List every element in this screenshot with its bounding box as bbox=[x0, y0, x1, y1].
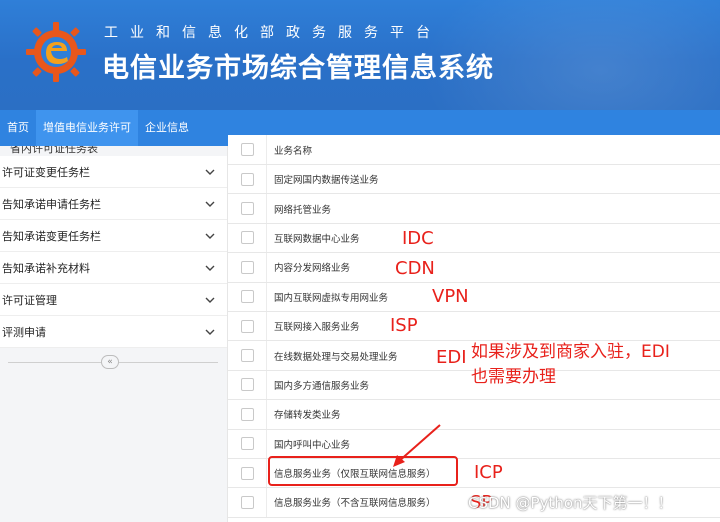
table-cell: 国内呼叫中心业务 bbox=[274, 439, 351, 451]
sidebar-item-label: 告知承诺变更任务栏 bbox=[2, 229, 101, 243]
column-divider bbox=[266, 311, 267, 341]
table-row[interactable]: 互联网数据中心业务 bbox=[228, 223, 720, 254]
column-divider bbox=[266, 488, 267, 517]
column-divider bbox=[266, 400, 267, 429]
annotation-vpn: VPN bbox=[432, 286, 469, 307]
column-divider bbox=[266, 458, 267, 488]
annotation-isp: ISP bbox=[390, 315, 418, 336]
table-row[interactable]: 存储转发类业务 bbox=[228, 400, 720, 430]
chevron-down-icon bbox=[205, 169, 215, 175]
annotation-edi-note-line2: 也需要办理 bbox=[471, 367, 556, 387]
select-all-checkbox[interactable] bbox=[241, 143, 254, 156]
table-header-cell: 业务名称 bbox=[274, 145, 313, 157]
table-header-row: 业务名称 bbox=[228, 135, 720, 165]
highlight-box bbox=[268, 456, 458, 486]
sidebar-item-label: 许可证管理 bbox=[2, 293, 57, 307]
chevron-down-icon bbox=[205, 265, 215, 271]
header-banner: 工业和信息化部政务服务平台 电信业务市场综合管理信息系统 bbox=[0, 0, 720, 110]
row-checkbox[interactable] bbox=[241, 319, 254, 333]
watermark: CSDN @Python天下第一！！ bbox=[468, 494, 673, 512]
chevron-down-icon bbox=[205, 297, 215, 303]
table-cell: 国内互联网虚拟专用网业务 bbox=[274, 292, 389, 304]
table-row[interactable]: 网络托管业务 bbox=[228, 194, 720, 224]
row-checkbox[interactable] bbox=[241, 349, 254, 363]
table-cell: 国内多方通信服务业务 bbox=[274, 380, 370, 392]
column-divider bbox=[266, 223, 267, 253]
table-row[interactable]: 国内互联网虚拟专用网业务 bbox=[228, 282, 720, 312]
table-cell: 网络托管业务 bbox=[274, 204, 332, 216]
annotation-idc: IDC bbox=[402, 228, 434, 249]
ministry-logo-icon bbox=[26, 22, 86, 82]
row-checkbox[interactable] bbox=[241, 466, 254, 480]
sidebar-item-notice-supplement[interactable]: 告知承诺补充材料 bbox=[0, 252, 227, 284]
column-divider bbox=[266, 165, 267, 194]
sidebar-item-label: 告知承诺申请任务栏 bbox=[2, 197, 101, 211]
column-divider bbox=[266, 253, 267, 282]
row-checkbox[interactable] bbox=[241, 290, 254, 304]
row-checkbox[interactable] bbox=[241, 202, 254, 216]
annotation-cdn: CDN bbox=[395, 258, 435, 279]
chevron-down-icon bbox=[205, 329, 215, 335]
row-checkbox[interactable] bbox=[241, 260, 254, 274]
annotation-edi: EDI bbox=[436, 347, 467, 368]
row-checkbox[interactable] bbox=[241, 495, 254, 509]
table-cell: 信息服务业务（不含互联网信息服务） bbox=[274, 498, 436, 510]
annotation-icp: ICP bbox=[474, 462, 503, 483]
sidebar-item-label: 评测申请 bbox=[2, 325, 46, 339]
column-divider bbox=[266, 194, 267, 223]
sidebar-item-evaluation-apply[interactable]: 评测申请 bbox=[0, 316, 227, 348]
table-cell: 内容分发网络业务 bbox=[274, 263, 351, 275]
sidebar-collapse-button[interactable]: « bbox=[101, 355, 119, 369]
row-checkbox[interactable] bbox=[241, 172, 254, 186]
nav-value-added-license[interactable]: 增值电信业务许可 bbox=[36, 110, 138, 146]
nav-enterprise-info[interactable]: 企业信息 bbox=[138, 110, 196, 146]
sidebar-item-notice-change[interactable]: 告知承诺变更任务栏 bbox=[0, 220, 227, 252]
chevron-down-icon bbox=[205, 233, 215, 239]
column-divider bbox=[266, 341, 267, 370]
sidebar-partial-item[interactable]: 省内许可证任务表 bbox=[0, 146, 227, 156]
nav-home[interactable]: 首页 bbox=[0, 110, 36, 146]
table-cell: 互联网接入服务业务 bbox=[274, 322, 360, 334]
column-divider bbox=[266, 370, 267, 400]
table-row[interactable]: 固定网国内数据传送业务 bbox=[228, 165, 720, 195]
annotation-edi-note-line1: 如果涉及到商家入驻，EDI bbox=[471, 342, 670, 362]
sidebar-item-license-change[interactable]: 许可证变更任务栏 bbox=[0, 156, 227, 188]
sidebar-item-notice-apply[interactable]: 告知承诺申请任务栏 bbox=[0, 188, 227, 220]
sidebar-item-label: 告知承诺补充材料 bbox=[2, 261, 90, 275]
sidebar-item-label: 许可证变更任务栏 bbox=[2, 165, 90, 179]
page-title: 电信业务市场综合管理信息系统 bbox=[102, 53, 494, 84]
sidebar-item-license-management[interactable]: 许可证管理 bbox=[0, 284, 227, 316]
column-divider bbox=[266, 429, 267, 458]
sidebar: 省内许可证任务表 许可证变更任务栏 告知承诺申请任务栏 告知承诺变更任务栏 告知… bbox=[0, 146, 228, 522]
row-checkbox[interactable] bbox=[241, 378, 254, 392]
row-checkbox[interactable] bbox=[241, 407, 254, 421]
row-checkbox[interactable] bbox=[241, 437, 254, 451]
table-cell: 存储转发类业务 bbox=[274, 410, 341, 422]
table-row[interactable]: 国内呼叫中心业务 bbox=[228, 429, 720, 459]
column-divider bbox=[266, 282, 267, 311]
header-subtitle: 工业和信息化部政务服务平台 bbox=[104, 25, 442, 41]
table-cell: 固定网国内数据传送业务 bbox=[274, 175, 379, 187]
sidebar-partial-label: 省内许可证任务表 bbox=[10, 146, 98, 155]
row-checkbox[interactable] bbox=[241, 231, 254, 245]
table-row[interactable]: 内容分发网络业务 bbox=[228, 253, 720, 283]
chevron-down-icon bbox=[205, 201, 215, 207]
column-divider bbox=[266, 135, 267, 164]
table-cell: 互联网数据中心业务 bbox=[274, 233, 360, 245]
table-cell: 在线数据处理与交易处理业务 bbox=[274, 351, 398, 363]
